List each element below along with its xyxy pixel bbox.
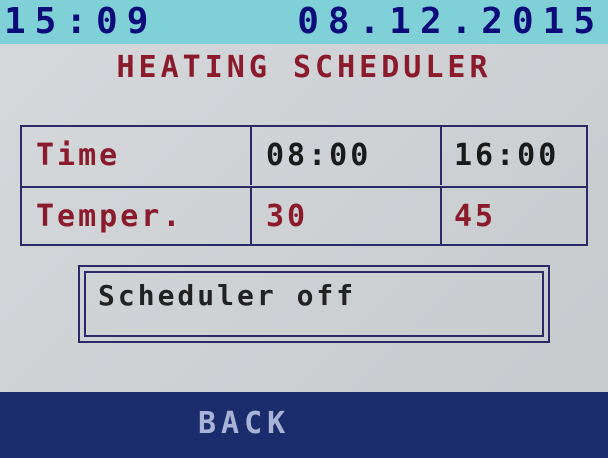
page-title: HEATING SCHEDULER [116, 50, 492, 85]
schedule-row-temperature: Temper. 30 45 [22, 186, 586, 246]
time-row-label: Time [36, 138, 121, 173]
schedule-table: Time 08:00 16:00 Temper. 30 45 [20, 125, 588, 246]
back-button[interactable]: BACK [0, 392, 608, 458]
scheduler-toggle-button[interactable]: Scheduler off [78, 265, 550, 343]
temperature-slot-1[interactable]: 30 [250, 188, 440, 246]
time-slot-2[interactable]: 16:00 [440, 127, 586, 185]
lcd-screen: 15:09 08.12.2015 HEATING SCHEDULER Time … [0, 0, 608, 458]
scheduler-status-label: Scheduler off [98, 279, 357, 312]
date: 08.12.2015 [297, 1, 604, 42]
temperature-slot-2[interactable]: 45 [440, 188, 586, 246]
back-button-label: BACK [198, 406, 291, 441]
schedule-row-time: Time 08:00 16:00 [22, 127, 586, 185]
status-bar: 15:09 08.12.2015 [0, 0, 608, 44]
temperature-row-label: Temper. [36, 199, 184, 234]
time-slot-1[interactable]: 08:00 [250, 127, 440, 185]
clock: 15:09 [4, 1, 158, 42]
